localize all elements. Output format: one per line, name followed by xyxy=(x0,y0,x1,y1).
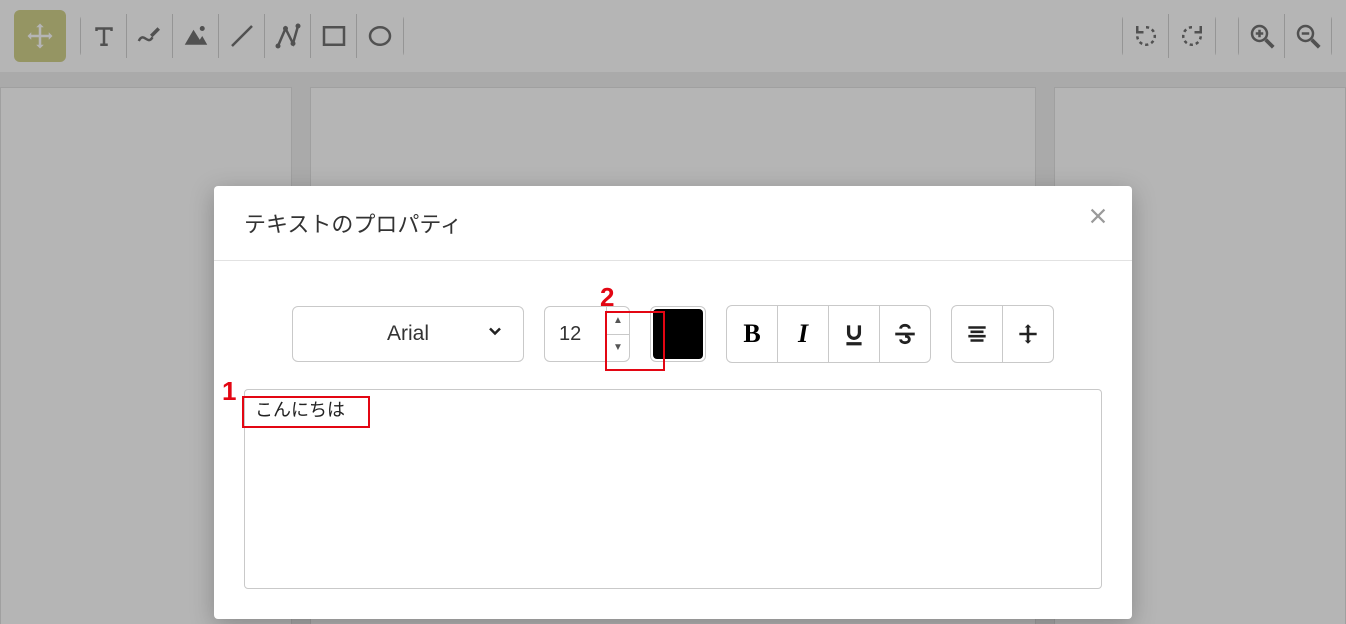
textarea-value: こんにちは xyxy=(255,400,345,420)
text-properties-dialog: テキストのプロパティ Arial 12 ▲ ▼ B I xyxy=(214,186,1132,619)
annotation-label-1: 1 xyxy=(222,376,236,407)
strike-button[interactable] xyxy=(880,306,930,362)
line-height-icon xyxy=(1015,321,1041,347)
dialog-close-button[interactable] xyxy=(1084,202,1112,230)
align-icon xyxy=(964,321,990,347)
italic-icon: I xyxy=(798,319,808,349)
bold-button[interactable]: B xyxy=(727,306,778,362)
stepper-arrows: ▲ ▼ xyxy=(606,307,629,361)
color-swatch-inner xyxy=(653,309,703,359)
text-color-picker[interactable] xyxy=(650,306,706,362)
dialog-header: テキストのプロパティ xyxy=(214,186,1132,261)
text-layout-group xyxy=(951,305,1054,363)
underline-button[interactable] xyxy=(829,306,880,362)
italic-button[interactable]: I xyxy=(778,306,829,362)
align-button[interactable] xyxy=(952,306,1003,362)
step-down-button[interactable]: ▼ xyxy=(607,335,629,362)
dialog-title: テキストのプロパティ xyxy=(244,207,462,239)
close-icon xyxy=(1087,205,1109,227)
chevron-down-icon xyxy=(485,321,505,347)
underline-icon xyxy=(841,321,867,347)
text-format-controls: Arial 12 ▲ ▼ B I xyxy=(244,261,1102,389)
font-family-select[interactable]: Arial xyxy=(292,306,524,362)
bold-icon: B xyxy=(743,319,760,349)
font-size-value: 12 xyxy=(559,323,581,346)
step-up-button[interactable]: ▲ xyxy=(607,307,629,335)
font-family-value: Arial xyxy=(387,322,429,346)
strikethrough-icon xyxy=(892,321,918,347)
font-size-stepper[interactable]: 12 ▲ ▼ xyxy=(544,306,630,362)
line-height-button[interactable] xyxy=(1003,306,1053,362)
modal-overlay: テキストのプロパティ Arial 12 ▲ ▼ B I xyxy=(0,0,1346,624)
text-content-textarea[interactable]: こんにちは xyxy=(244,389,1102,589)
text-style-group: B I xyxy=(726,305,931,363)
